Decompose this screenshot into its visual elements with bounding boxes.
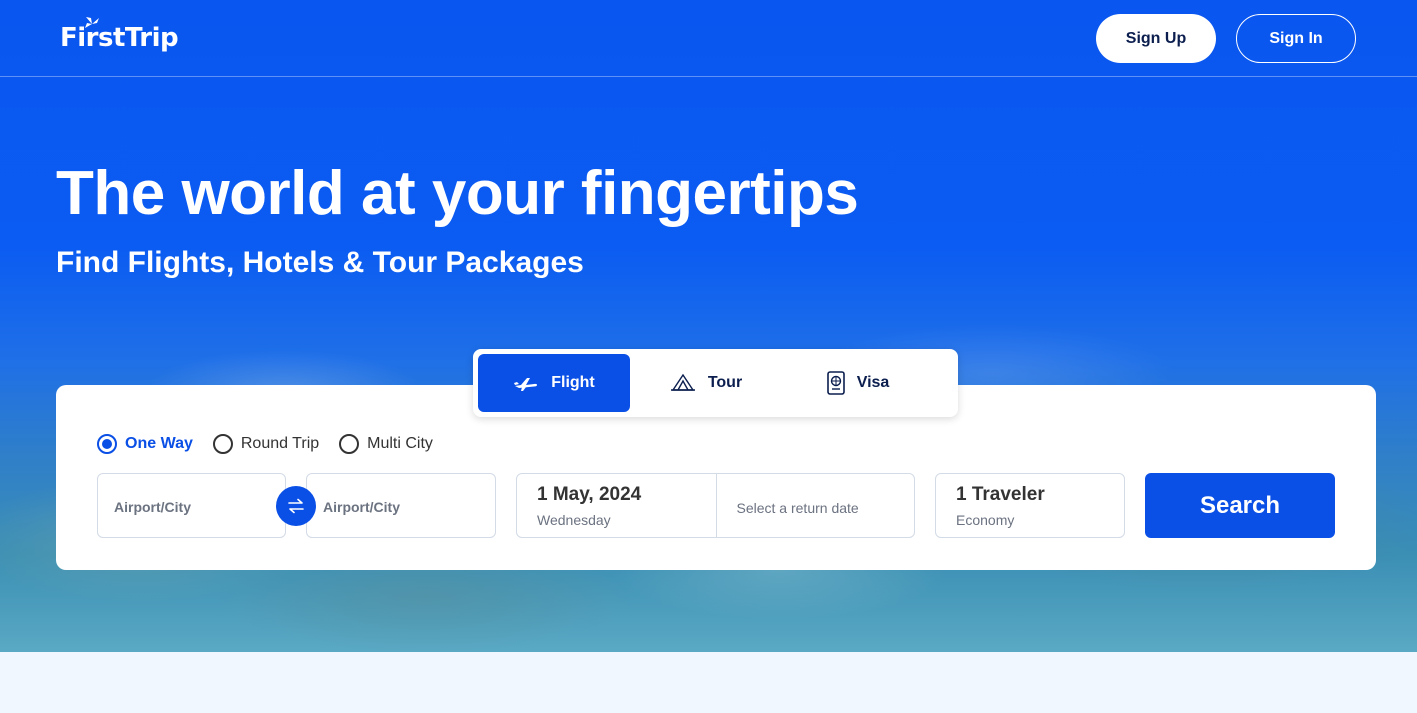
tab-visa[interactable]: Visa bbox=[782, 354, 934, 412]
header-divider bbox=[0, 76, 1417, 77]
airplane-icon bbox=[514, 378, 538, 391]
tab-tour-label: Tour bbox=[707, 374, 743, 391]
depart-date-field[interactable]: 1 May, 2024 Wednesday bbox=[517, 474, 716, 537]
depart-date: 1 May, 2024 bbox=[537, 484, 642, 505]
radio-checked-icon bbox=[97, 434, 117, 454]
radio-round-trip[interactable]: Round Trip bbox=[212, 434, 320, 454]
tab-flight-label: Flight bbox=[551, 374, 595, 391]
from-airport-field[interactable]: Airport/City bbox=[97, 473, 286, 538]
cabin-class: Economy bbox=[956, 512, 1015, 528]
tab-tour[interactable]: Tour bbox=[630, 354, 782, 412]
to-airport-placeholder: Airport/City bbox=[323, 499, 400, 515]
hero-subtitle: Find Flights, Hotels & Tour Packages bbox=[56, 246, 584, 279]
passport-icon bbox=[826, 371, 845, 395]
pinwheel-icon bbox=[85, 17, 99, 28]
radio-unchecked-icon bbox=[339, 434, 360, 454]
tour-icon bbox=[670, 373, 695, 391]
sign-in-button[interactable]: Sign In bbox=[1236, 14, 1356, 63]
radio-round-trip-label: Round Trip bbox=[240, 435, 320, 452]
radio-unchecked-icon bbox=[212, 434, 233, 454]
to-airport-field[interactable]: Airport/City bbox=[306, 473, 496, 538]
radio-one-way-label: One Way bbox=[125, 435, 193, 452]
service-tabs: Flight Tour Visa bbox=[473, 349, 958, 417]
swap-arrows-icon bbox=[288, 498, 304, 514]
radio-multi-city-label: Multi City bbox=[367, 435, 433, 452]
hero-title: The world at your fingertips bbox=[56, 159, 859, 228]
return-date-placeholder: Select a return date bbox=[736, 500, 859, 516]
date-range-field: 1 May, 2024 Wednesday Select a return da… bbox=[516, 473, 915, 538]
trip-type-selector: One Way Round Trip Multi City bbox=[97, 434, 433, 454]
tab-visa-label: Visa bbox=[856, 374, 890, 391]
tab-flight[interactable]: Flight bbox=[478, 354, 630, 412]
swap-airports-button[interactable] bbox=[276, 486, 316, 526]
brand-logo[interactable]: FirstTrip bbox=[60, 17, 179, 58]
radio-one-way[interactable]: One Way bbox=[97, 434, 193, 454]
from-airport-placeholder: Airport/City bbox=[114, 499, 191, 515]
depart-day: Wednesday bbox=[537, 512, 611, 528]
traveler-field[interactable]: 1 Traveler Economy bbox=[935, 473, 1125, 538]
brand-name: FirstTrip bbox=[60, 23, 179, 53]
radio-multi-city[interactable]: Multi City bbox=[339, 434, 433, 454]
traveler-count: 1 Traveler bbox=[956, 484, 1045, 505]
return-date-field[interactable]: Select a return date bbox=[715, 474, 915, 537]
search-button[interactable]: Search bbox=[1145, 473, 1335, 538]
sign-up-button[interactable]: Sign Up bbox=[1096, 14, 1216, 63]
